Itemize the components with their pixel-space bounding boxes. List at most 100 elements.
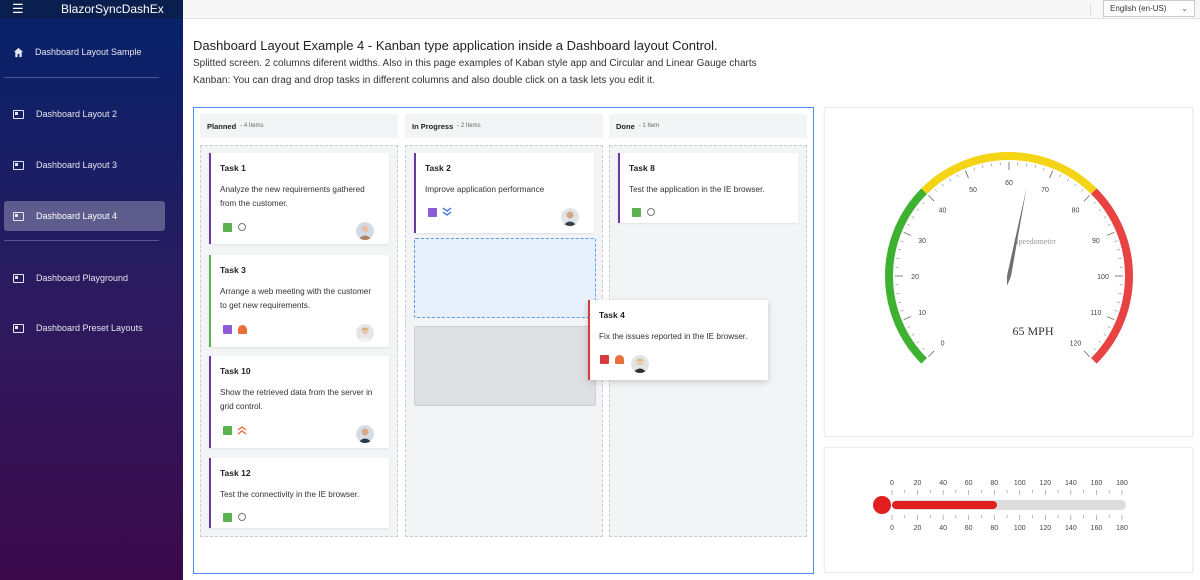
linear-tick-label-top: 120 <box>1039 480 1051 487</box>
card-title: Task 2 <box>425 163 451 173</box>
layout-icon <box>13 160 24 170</box>
avatar <box>356 222 374 240</box>
linear-tick-label-bottom: 160 <box>1091 525 1103 532</box>
kanban-card-task-1[interactable]: Task 1 Analyze the new requirements gath… <box>209 153 389 244</box>
gauge-tick <box>982 165 984 169</box>
sidebar-divider <box>4 77 159 78</box>
gauge-tick <box>898 301 902 303</box>
page-title: Dashboard Layout Example 4 - Kanban type… <box>193 38 718 53</box>
avatar <box>631 355 649 373</box>
linear-tick-label-bottom: 60 <box>965 525 973 532</box>
gauge-tick <box>911 333 915 336</box>
layout-icon <box>13 109 24 119</box>
home-icon <box>13 47 24 57</box>
sidebar-item-label: Dashboard Layout 4 <box>36 211 118 221</box>
app-brand[interactable]: BlazorSyncDashEx <box>61 2 164 16</box>
sidebar-item-dashboard-layout-3[interactable]: Dashboard Layout 3 <box>4 150 165 180</box>
gauge-tick <box>1093 347 1096 351</box>
card-summary: Arrange a web meeting with the customer … <box>220 287 372 310</box>
gauge-tick <box>916 208 920 211</box>
gauge-tick <box>934 189 938 192</box>
menu-icon[interactable]: ☰ <box>12 2 24 16</box>
kanban-card-task-8[interactable]: Task 8 Test the application in the IE br… <box>618 153 798 223</box>
gauge-tick-label: 70 <box>1041 187 1049 194</box>
priority-high-icon <box>615 355 624 364</box>
priority-low-icon <box>238 513 246 521</box>
gauge-tick <box>1114 240 1118 242</box>
gauge-tick-label: 110 <box>1090 310 1101 317</box>
gauge-tick <box>1106 316 1115 320</box>
sidebar-item-dashboard-preset-layouts[interactable]: Dashboard Preset Layouts <box>4 313 165 343</box>
gauge-tick <box>1116 301 1120 303</box>
linear-tick-label-top: 100 <box>1014 480 1026 487</box>
priority-low-icon <box>647 208 655 216</box>
gauge-tick <box>1107 326 1111 328</box>
gauge-value-text: 65 MPH <box>1012 324 1053 338</box>
gauge-tick <box>1114 310 1118 312</box>
kanban-card-task-2[interactable]: Task 2 Improve application performance <box>414 153 594 233</box>
column-title: Done <box>616 121 635 131</box>
linear-tick-label-bottom: 120 <box>1039 525 1051 532</box>
gauge-tick <box>907 224 911 226</box>
sidebar-item-dashboard-layout-sample[interactable]: Dashboard Layout Sample <box>4 37 165 67</box>
linear-tick-label-top: 40 <box>939 480 947 487</box>
linear-tick-label-bottom: 180 <box>1116 525 1128 532</box>
linear-bulb <box>873 496 891 514</box>
sidebar: ☰ BlazorSyncDashEx Dashboard Layout Samp… <box>0 0 183 580</box>
linear-bar <box>892 501 997 509</box>
bug-icon <box>600 355 609 364</box>
sidebar-item-label: Dashboard Preset Layouts <box>36 323 143 333</box>
kanban-card-task-3[interactable]: Task 3 Arrange a web meeting with the cu… <box>209 255 389 347</box>
gauge-tick <box>1103 333 1107 336</box>
language-select[interactable]: English (en-US) ⌄ <box>1103 0 1195 17</box>
priority-high-icon <box>238 325 247 334</box>
sidebar-item-dashboard-layout-2[interactable]: Dashboard Layout 2 <box>4 99 165 129</box>
column-header-in-progress: In Progress - 2 Items <box>405 114 603 138</box>
linear-tick-label-top: 60 <box>965 480 973 487</box>
linear-tick-label-bottom: 100 <box>1014 525 1026 532</box>
drop-placeholder[interactable] <box>414 238 596 318</box>
linear-tick-label-top: 160 <box>1091 480 1103 487</box>
page-description-1: Splitted screen. 2 columns diferent widt… <box>193 58 757 69</box>
card-summary: Test the connectivity in the IE browser. <box>220 490 360 499</box>
gauge-tick <box>1107 224 1111 226</box>
drag-source-placeholder <box>414 326 596 406</box>
linear-tick-label-top: 0 <box>890 480 894 487</box>
top-bar: English (en-US) ⌄ <box>183 0 1200 19</box>
language-select-value: English (en-US) <box>1110 4 1167 13</box>
linear-tick-label-top: 140 <box>1065 480 1077 487</box>
gauge-tick <box>922 347 925 351</box>
avatar <box>356 324 374 342</box>
gauge-tick <box>957 174 959 178</box>
kanban-card-task-12[interactable]: Task 12 Test the connectivity in the IE … <box>209 458 389 528</box>
gauge-tick <box>1034 165 1036 169</box>
gauge-tick <box>1083 350 1090 357</box>
gauge-tick-label: 90 <box>1092 238 1100 245</box>
gauge-tick <box>973 167 975 171</box>
sidebar-item-dashboard-playground[interactable]: Dashboard Playground <box>4 263 165 293</box>
gauge-tick <box>900 310 904 312</box>
gauge-tick <box>949 178 952 182</box>
kanban-card-task-10[interactable]: Task 10 Show the retrieved data from the… <box>209 356 389 448</box>
linear-tick-label-top: 80 <box>990 480 998 487</box>
card-title: Task 3 <box>220 265 246 275</box>
column-count: - 4 Items <box>240 123 264 129</box>
priority-low-icon <box>238 223 246 231</box>
linear-gauge-panel: 0 0 20 20 40 40 60 60 80 80 100 100 120 120 140 140 160 1… <box>824 447 1193 573</box>
story-icon <box>632 208 641 217</box>
gauge-tick-label: 80 <box>1072 208 1080 215</box>
kanban-card-task-4-dragging[interactable]: Task 4 Fix the issues reported in the IE… <box>588 300 768 380</box>
card-summary: Fix the issues reported in the IE browse… <box>599 332 748 341</box>
card-title: Task 4 <box>599 310 625 320</box>
gauge-tick <box>903 316 912 320</box>
layout-icon <box>13 273 24 283</box>
layout-icon <box>13 211 24 221</box>
linear-tick-label-bottom: 80 <box>990 525 998 532</box>
gauge-tick <box>900 240 904 242</box>
gauge-tick-label: 100 <box>1097 274 1109 281</box>
gauge-tick <box>898 249 902 251</box>
gauge-needle-tail <box>1007 275 1011 286</box>
sidebar-item-dashboard-layout-4[interactable]: Dashboard Layout 4 <box>4 201 165 231</box>
gauge-tick <box>941 183 944 187</box>
gauge-title: Speedometer <box>1014 237 1056 246</box>
